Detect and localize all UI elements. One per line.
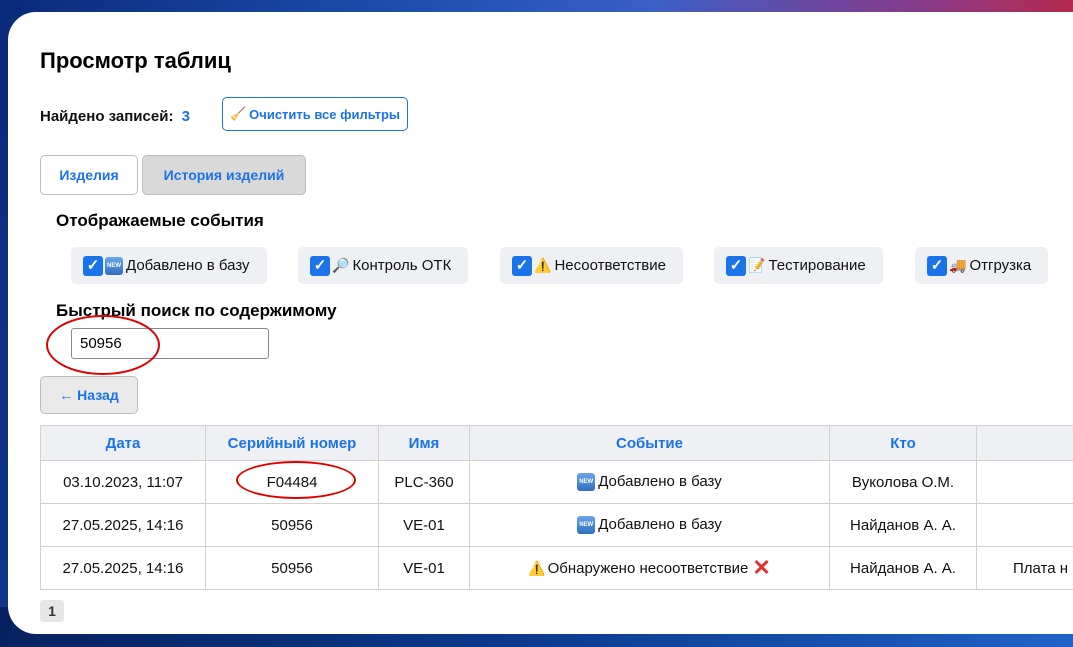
column-header-serial[interactable]: Серийный номер <box>205 425 379 461</box>
magnifier-icon: 🔎 <box>332 257 350 273</box>
checkbox-checked-icon[interactable]: ✓ <box>927 255 947 276</box>
records-found-label: Найдено записей: <box>40 108 174 125</box>
event-text: Добавлено в базу <box>598 472 722 490</box>
table-row[interactable]: 27.05.2025, 14:16 50956 VE-01 ⚠️ Обнаруже… <box>40 546 1073 590</box>
table-header-row: Дата Серийный номер Имя Событие Кто <box>40 425 1073 461</box>
cell-extra <box>976 503 1073 547</box>
cell-serial: 50956 <box>205 546 379 590</box>
warning-icon: ⚠️ <box>528 560 546 576</box>
cell-event: NEW Добавлено в базу <box>469 503 830 547</box>
cell-date: 27.05.2025, 14:16 <box>40 546 206 590</box>
event-filter-label: Тестирование <box>768 257 866 274</box>
column-header-date[interactable]: Дата <box>40 425 206 461</box>
checkbox-checked-icon[interactable]: ✓ <box>726 255 746 276</box>
column-header-event[interactable]: Событие <box>469 425 830 461</box>
event-filter-otk[interactable]: ✓ 🔎 Контроль ОТК <box>298 247 468 284</box>
cell-event: ⚠️ Обнаружено несоответствие ✕ <box>469 546 830 590</box>
checkbox-checked-icon[interactable]: ✓ <box>83 255 103 276</box>
event-filter-added[interactable]: ✓ NEW Добавлено в базу <box>71 247 267 284</box>
event-filter-label: Контроль ОТК <box>352 257 452 274</box>
event-filter-shipment[interactable]: ✓ 🚚 Отгрузка <box>915 247 1048 284</box>
column-header-who[interactable]: Кто <box>829 425 977 461</box>
new-badge-icon: NEW <box>105 256 123 275</box>
column-header-name[interactable]: Имя <box>378 425 470 461</box>
quick-search-input[interactable] <box>71 328 269 359</box>
pagination-page-button[interactable]: 1 <box>40 600 64 622</box>
history-table: Дата Серийный номер Имя Событие Кто 03.1… <box>40 425 1073 590</box>
checkbox-checked-icon[interactable]: ✓ <box>512 255 532 276</box>
broom-icon: 🧹 <box>229 106 247 121</box>
quick-search-title: Быстрый поиск по содержимому <box>56 301 337 320</box>
event-filter-label: Несоответствие <box>554 257 666 274</box>
new-badge-icon: NEW <box>577 473 596 492</box>
cell-extra: Плата н <box>976 546 1073 590</box>
column-header-extra[interactable] <box>976 425 1073 461</box>
tab-products[interactable]: Изделия <box>40 155 138 195</box>
cell-date: 03.10.2023, 11:07 <box>40 460 206 504</box>
cell-name: VE-01 <box>378 546 470 590</box>
back-button[interactable]: ← Назад <box>40 376 138 414</box>
cell-event: NEW Добавлено в базу <box>469 460 830 504</box>
new-badge-icon: NEW <box>577 516 596 535</box>
clear-filters-label: Очистить все фильтры <box>249 106 401 122</box>
event-filter-label: Добавлено в базу <box>126 257 250 274</box>
main-panel: Просмотр таблиц Найдено записей: 3 🧹 Очи… <box>8 12 1073 634</box>
cell-name: VE-01 <box>378 503 470 547</box>
warning-icon: ⚠️ <box>534 257 552 273</box>
cell-serial: F04484 <box>205 460 379 504</box>
event-text: Обнаружено несоответствие <box>547 560 749 577</box>
cross-mark-icon: ✕ <box>752 555 771 580</box>
records-found-count: 3 <box>181 108 190 125</box>
event-filter-testing[interactable]: ✓ 📝 Тестирование <box>714 247 883 284</box>
records-found: Найдено записей: 3 <box>40 108 190 125</box>
truck-icon: 🚚 <box>949 257 967 273</box>
table-row[interactable]: 03.10.2023, 11:07 F04484 PLC-360 NEW Доба… <box>40 460 1073 504</box>
cell-name: PLC-360 <box>378 460 470 504</box>
page-title: Просмотр таблиц <box>40 48 231 73</box>
cell-serial: 50956 <box>205 503 379 547</box>
event-filter-nonconformity[interactable]: ✓ ⚠️ Несоответствие <box>500 247 683 284</box>
events-filter-title: Отображаемые события <box>56 211 264 230</box>
memo-icon: 📝 <box>748 257 766 273</box>
event-text: Добавлено в базу <box>598 515 722 533</box>
event-filter-label: Отгрузка <box>969 257 1032 274</box>
cell-who: Найданов А. А. <box>829 503 977 547</box>
tab-product-history[interactable]: История изделий <box>142 155 306 195</box>
clear-filters-button[interactable]: 🧹 Очистить все фильтры <box>222 97 408 131</box>
cell-who: Вуколова О.М. <box>829 460 977 504</box>
cell-date: 27.05.2025, 14:16 <box>40 503 206 547</box>
checkbox-checked-icon[interactable]: ✓ <box>310 255 330 276</box>
cell-who: Найданов А. А. <box>829 546 977 590</box>
cell-extra <box>976 460 1073 504</box>
table-row[interactable]: 27.05.2025, 14:16 50956 VE-01 NEW Добавле… <box>40 503 1073 547</box>
